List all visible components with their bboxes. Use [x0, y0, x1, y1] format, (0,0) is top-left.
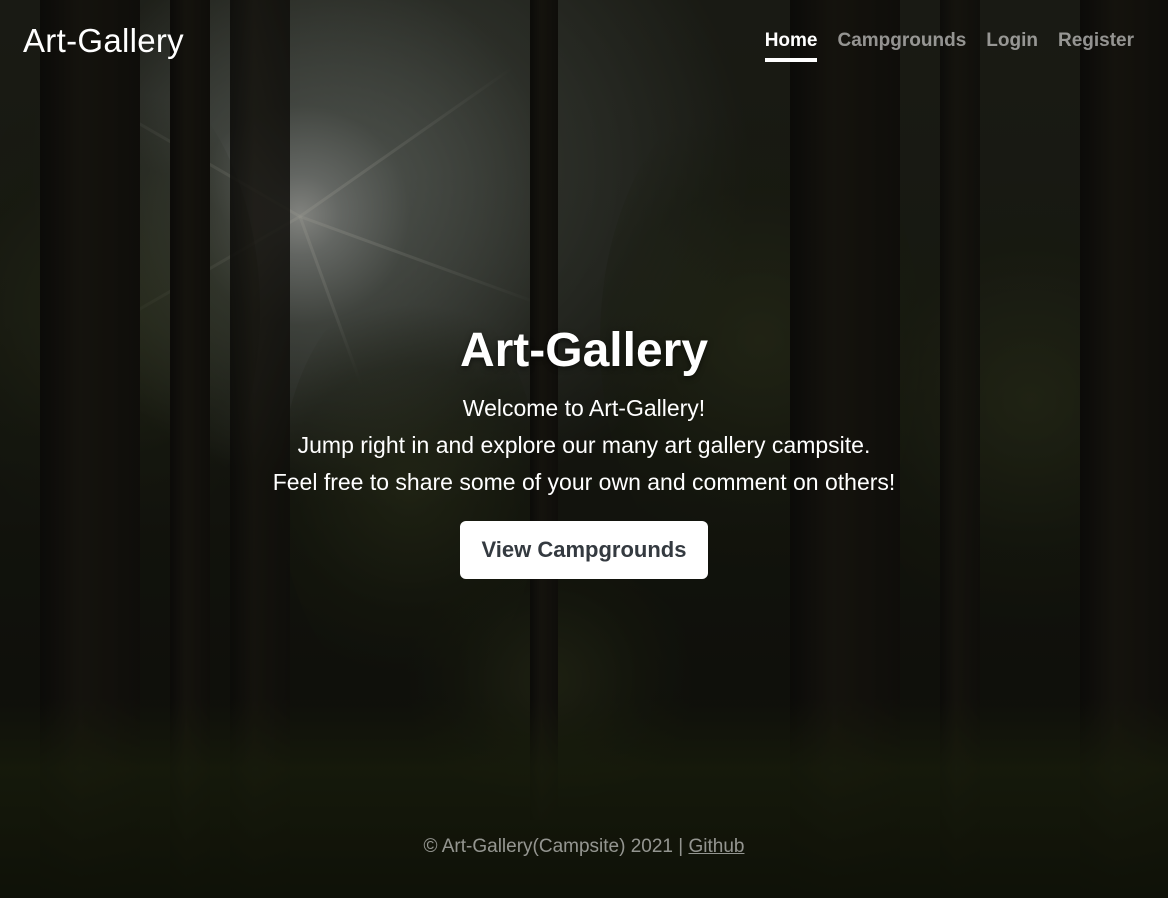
- top-navbar: Art-Gallery Home Campgrounds Login Regis…: [0, 0, 1168, 90]
- github-link[interactable]: Github: [688, 836, 744, 857]
- brand-logo[interactable]: Art-Gallery: [23, 22, 184, 60]
- copyright-text: © Art-Gallery(Campsite) 2021 |: [423, 836, 689, 857]
- page-footer: © Art-Gallery(Campsite) 2021 | Github: [0, 836, 1168, 858]
- landing-page: Art-Gallery Home Campgrounds Login Regis…: [0, 0, 1168, 898]
- hero-share-text: Feel free to share some of your own and …: [272, 469, 896, 495]
- nav-login-link[interactable]: Login: [986, 30, 1038, 62]
- nav-register-link[interactable]: Register: [1058, 30, 1134, 62]
- main-nav: Home Campgrounds Login Register: [764, 30, 1134, 62]
- hero-title: Art-Gallery: [459, 324, 709, 377]
- nav-home-link[interactable]: Home: [764, 30, 818, 62]
- hero-section: Art-Gallery Welcome to Art-Gallery! Jump…: [0, 322, 1168, 579]
- hero-welcome-text: Welcome to Art-Gallery!: [462, 395, 706, 421]
- hero-description: Welcome to Art-Gallery! Jump right in an…: [0, 390, 1168, 501]
- view-campgrounds-button[interactable]: View Campgrounds: [459, 521, 709, 579]
- nav-campgrounds-link[interactable]: Campgrounds: [837, 30, 966, 62]
- hero-explore-text: Jump right in and explore our many art g…: [297, 432, 871, 458]
